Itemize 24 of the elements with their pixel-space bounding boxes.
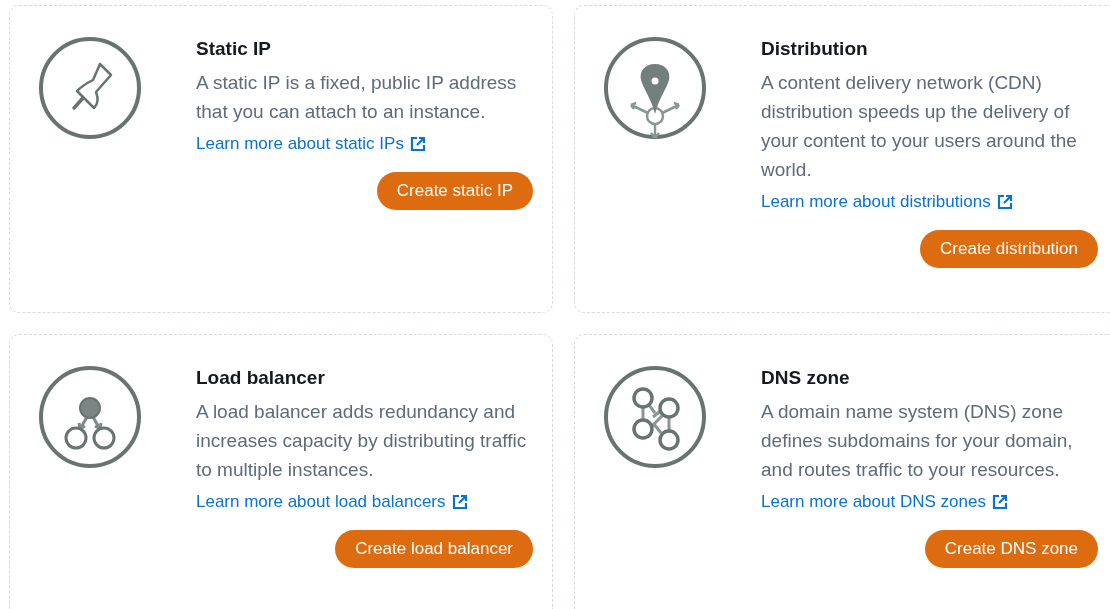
- card-description: A static IP is a fixed, public IP address that you can attach to an instance.: [196, 71, 518, 124]
- card-title: Static IP: [196, 38, 272, 60]
- card-title: Load balancer: [196, 367, 326, 389]
- create-button[interactable]: Create static IP: [376, 172, 533, 210]
- card-description: A load balancer adds redundancy and increases capacity by distributing traffic to multiple instances.: [196, 400, 528, 482]
- external-link-icon: [451, 494, 468, 510]
- learn-more-link[interactable]: Learn more about load balancers: [196, 490, 468, 514]
- node-network-icon: [603, 365, 707, 469]
- card-title: Distribution: [761, 38, 869, 60]
- card-description: A content delivery network (CDN) distribution speeds up the delivery of your content to your users around the world.: [761, 71, 1078, 182]
- create-button[interactable]: Create load balancer: [335, 530, 533, 568]
- create-button[interactable]: Create DNS zone: [924, 530, 1098, 568]
- card-title: DNS zone: [761, 367, 851, 389]
- pushpin-icon: [38, 36, 142, 140]
- create-button[interactable]: Create distribution: [920, 230, 1098, 268]
- location-pin-arrows-icon: [603, 36, 707, 140]
- load-balancer-icon: [38, 365, 142, 469]
- external-link-icon: [996, 194, 1013, 210]
- external-link-icon: [991, 494, 1008, 510]
- card-description: A domain name system (DNS) zone defines subdomains for your domain, and routes traffic to your resources.: [761, 400, 1074, 482]
- learn-more-link[interactable]: Learn more about DNS zones: [761, 490, 1008, 514]
- learn-more-link[interactable]: Learn more about static IPs: [196, 132, 426, 156]
- external-link-icon: [409, 136, 426, 152]
- learn-more-link[interactable]: Learn more about distributions: [761, 190, 1013, 214]
